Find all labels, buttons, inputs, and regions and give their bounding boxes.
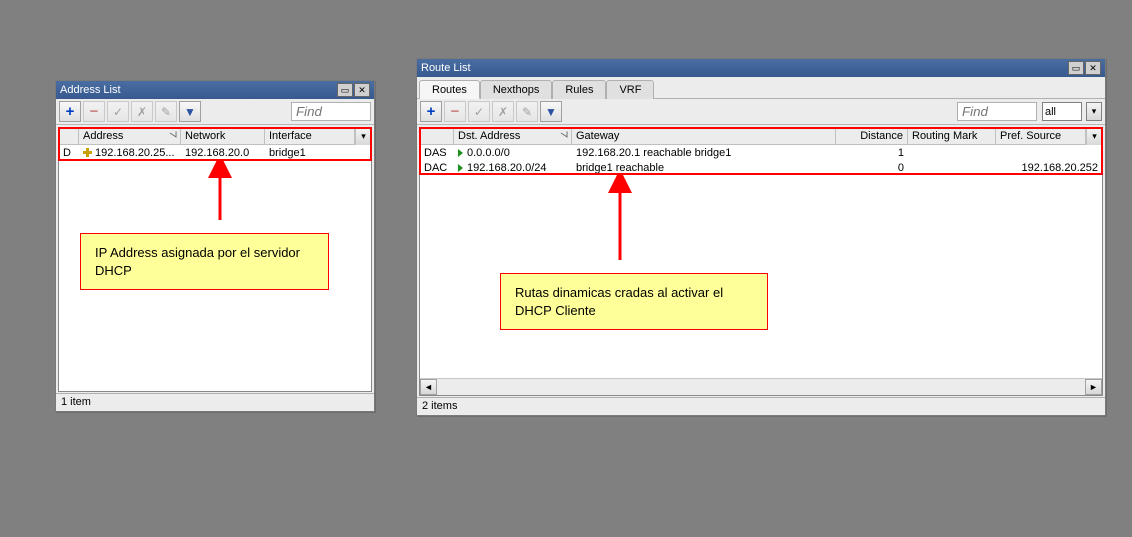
status-bar: 1 item [56,393,374,411]
tab-nexthops[interactable]: Nexthops [480,80,552,99]
scroll-left-button[interactable]: ◄ [420,379,437,395]
toolbar: + − ✓ ✗ ✎ ▼ [56,99,374,125]
row-psource: 192.168.20.252 [996,162,1102,174]
comment-button[interactable]: ✎ [516,101,538,122]
row-flag: DAS [420,147,454,159]
col-dst[interactable]: Dst. Address [454,128,572,144]
titlebar[interactable]: Address List ▭ ✕ [56,81,374,99]
close-button[interactable]: ✕ [1085,61,1101,75]
minimize-button[interactable]: ▭ [1068,61,1084,75]
grid-header[interactable]: Address Network Interface ▾ [59,128,371,145]
find-input[interactable] [957,102,1037,121]
column-menu-button[interactable]: ▾ [355,128,371,145]
tabbar: Routes Nexthops Rules VRF [417,77,1105,99]
row-distance: 0 [836,162,908,174]
col-address[interactable]: Address [79,128,181,144]
col-gateway[interactable]: Gateway [572,128,836,144]
row-dst: 192.168.20.0/24 [454,162,572,174]
tab-vrf[interactable]: VRF [606,80,654,99]
add-button[interactable]: + [59,101,81,122]
col-routing-mark[interactable]: Routing Mark [908,128,996,144]
add-button[interactable]: + [420,101,442,122]
grid-area: Dst. Address Gateway Distance Routing Ma… [419,127,1103,396]
col-flag[interactable] [420,128,454,144]
address-icon [83,148,92,157]
enable-button[interactable]: ✓ [107,101,129,122]
table-row[interactable]: DAC 192.168.20.0/24 bridge1 reachable 0 … [420,160,1102,175]
find-input[interactable] [291,102,371,121]
filter-dropdown-button[interactable]: ▾ [1086,102,1102,121]
col-pref-source[interactable]: Pref. Source [996,128,1086,144]
table-row[interactable]: DAS 0.0.0.0/0 192.168.20.1 reachable bri… [420,145,1102,160]
col-network[interactable]: Network [181,128,265,144]
filter-button[interactable]: ▼ [540,101,562,122]
remove-button[interactable]: − [83,101,105,122]
tab-rules[interactable]: Rules [552,80,606,99]
status-bar: 2 items [417,397,1105,415]
route-list-window: Route List ▭ ✕ Routes Nexthops Rules VRF… [416,58,1106,416]
window-title: Route List [421,62,471,74]
titlebar[interactable]: Route List ▭ ✕ [417,59,1105,77]
col-interface[interactable]: Interface [265,128,355,144]
row-flag: D [59,147,79,159]
row-address: 192.168.20.25... [79,147,181,159]
row-gateway: 192.168.20.1 reachable bridge1 [572,147,836,159]
callout-address: IP Address asignada por el servidor DHCP [80,233,329,290]
scroll-right-button[interactable]: ► [1085,379,1102,395]
comment-button[interactable]: ✎ [155,101,177,122]
window-title: Address List [60,84,121,96]
col-flag[interactable] [59,128,79,144]
enable-button[interactable]: ✓ [468,101,490,122]
route-active-icon [458,149,463,157]
row-distance: 1 [836,147,908,159]
filter-button[interactable]: ▼ [179,101,201,122]
toolbar: + − ✓ ✗ ✎ ▼ all ▾ [417,99,1105,125]
row-network: 192.168.20.0 [181,147,265,159]
filter-scope-select[interactable]: all [1042,102,1082,121]
row-gateway: bridge1 reachable [572,162,836,174]
disable-button[interactable]: ✗ [131,101,153,122]
tab-routes[interactable]: Routes [419,80,480,99]
row-interface: bridge1 [265,147,371,159]
grid-header[interactable]: Dst. Address Gateway Distance Routing Ma… [420,128,1102,145]
callout-routes: Rutas dinamicas cradas al activar el DHC… [500,273,768,330]
row-flag: DAC [420,162,454,174]
minimize-button[interactable]: ▭ [337,83,353,97]
col-distance[interactable]: Distance [836,128,908,144]
table-row[interactable]: D 192.168.20.25... 192.168.20.0 bridge1 [59,145,371,160]
h-scrollbar[interactable]: ◄ ► [420,378,1102,395]
route-active-icon [458,164,463,172]
remove-button[interactable]: − [444,101,466,122]
disable-button[interactable]: ✗ [492,101,514,122]
row-dst: 0.0.0.0/0 [454,147,572,159]
close-button[interactable]: ✕ [354,83,370,97]
column-menu-button[interactable]: ▾ [1086,128,1102,145]
